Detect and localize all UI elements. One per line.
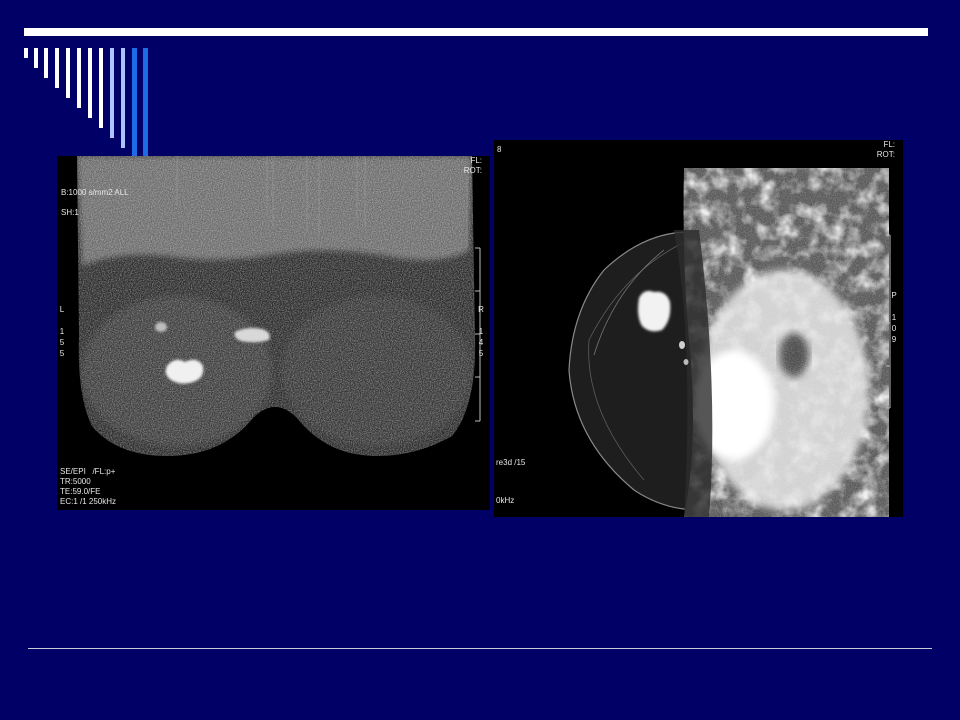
right-image-top-left-text: 8	[497, 145, 502, 154]
right-side-char: 1	[478, 327, 484, 336]
right-side-char: 0	[891, 324, 897, 333]
right-image-bottom-text-1: re3d /15	[496, 458, 526, 467]
right-side-char: R	[478, 305, 484, 314]
left-image-top-left-text: B:1000 s/mm2 ALL SH:1	[61, 188, 129, 217]
stripe	[66, 48, 70, 98]
left-side-char: 5	[59, 349, 65, 358]
mri-image-left: FL: ROT: B:1000 s/mm2 ALL SH:1 L 1 5 5 R…	[57, 156, 490, 510]
stripe	[44, 48, 48, 78]
stripe	[121, 48, 125, 148]
left-image-bottom-left-text: SE/EPI /FL:p+ TR:5000 TE:59.0/FE EC:1 /1…	[60, 467, 117, 506]
stripe	[143, 48, 148, 168]
left-side-char: L	[59, 305, 65, 314]
slide: FL: ROT: B:1000 s/mm2 ALL SH:1 L 1 5 5 R…	[0, 0, 960, 720]
left-image-top-right-text: FL: ROT:	[463, 156, 482, 175]
stripe	[24, 48, 28, 58]
right-side-char: 5	[478, 349, 484, 358]
right-side-char: P	[891, 291, 897, 300]
left-side-char: 5	[59, 338, 65, 347]
bottom-divider	[28, 648, 932, 649]
mri-scan-right-picture	[494, 140, 903, 517]
right-side-char: 4	[478, 338, 484, 347]
mri-image-right: 8 FL: ROT: P 1 0 9 re3d /15 0kHz	[494, 140, 903, 517]
stripe	[110, 48, 114, 138]
right-image-top-right-text: FL: ROT:	[876, 140, 895, 159]
stripe	[77, 48, 81, 108]
title-bar-decoration	[24, 28, 928, 36]
right-image-bottom-text-2: 0kHz	[496, 496, 515, 505]
right-side-char: 9	[891, 335, 897, 344]
stripe	[88, 48, 92, 118]
left-side-char: 1	[59, 327, 65, 336]
stripe	[55, 48, 59, 88]
stripe	[34, 48, 38, 68]
right-side-char: 1	[891, 313, 897, 322]
stripe	[99, 48, 103, 128]
stripe	[132, 48, 137, 158]
